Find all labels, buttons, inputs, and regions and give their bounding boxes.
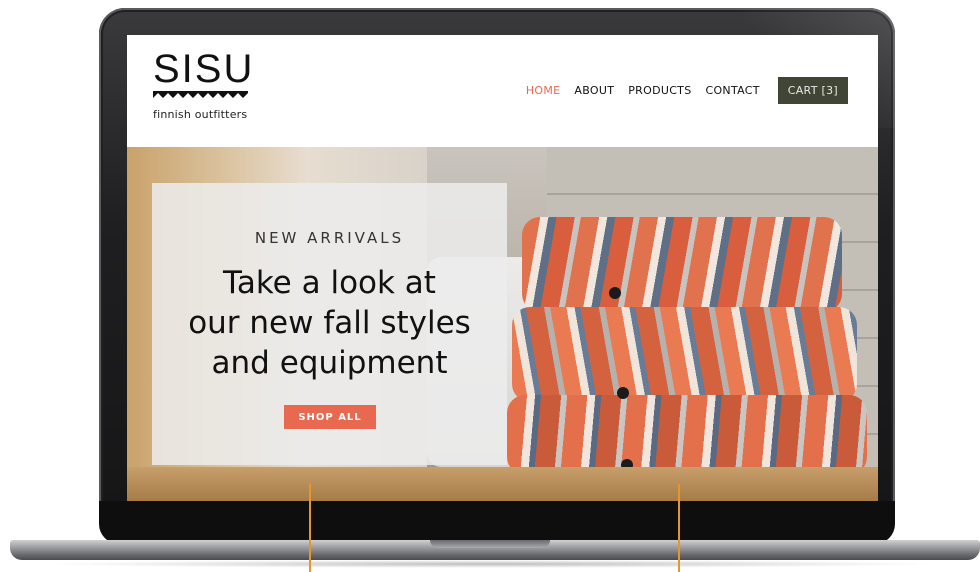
- logo-zigzag-icon: [153, 91, 248, 98]
- laptop-screen: SISU finnish outfitters HOME ABOUT PRODU…: [127, 35, 878, 501]
- hero-shelf: [127, 467, 878, 501]
- hero-overlay-card: NEW ARRIVALS Take a look at our new fall…: [152, 183, 507, 465]
- hero-shirt-middle: [512, 307, 857, 402]
- main-nav: HOME ABOUT PRODUCTS CONTACT CART [3]: [512, 77, 848, 104]
- logo[interactable]: SISU finnish outfitters: [153, 49, 293, 121]
- nav-item-about[interactable]: ABOUT: [574, 84, 614, 97]
- hero-kicker: NEW ARRIVALS: [254, 229, 405, 247]
- logo-tagline: finnish outfitters: [153, 108, 248, 121]
- hero-headline-line: our new fall styles: [188, 305, 471, 341]
- hero-shirt-bottom: [507, 395, 867, 475]
- nav-item-home[interactable]: HOME: [526, 84, 561, 97]
- hero-section: NEW ARRIVALS Take a look at our new fall…: [127, 147, 878, 501]
- laptop-chin: [99, 501, 895, 544]
- nav-item-contact[interactable]: CONTACT: [705, 84, 759, 97]
- hero-headline-line: Take a look at: [223, 265, 436, 301]
- cart-button[interactable]: CART [3]: [777, 77, 848, 104]
- annotation-line-left: [309, 484, 311, 572]
- laptop-base-notch: [430, 540, 550, 548]
- laptop-shadow: [40, 560, 940, 568]
- site-header: SISU finnish outfitters HOME ABOUT PRODU…: [127, 35, 878, 147]
- nav-item-products[interactable]: PRODUCTS: [628, 84, 691, 97]
- shirt-button-icon: [617, 387, 629, 399]
- annotation-line-right: [678, 484, 680, 572]
- shirt-button-icon: [609, 287, 621, 299]
- hero-headline-line: and equipment: [211, 345, 448, 381]
- shop-all-button[interactable]: SHOP ALL: [284, 405, 376, 429]
- logo-wordmark: SISU: [153, 47, 255, 91]
- hero-shirt-top: [522, 217, 842, 312]
- hero-headline: Take a look at our new fall styles and e…: [152, 263, 507, 383]
